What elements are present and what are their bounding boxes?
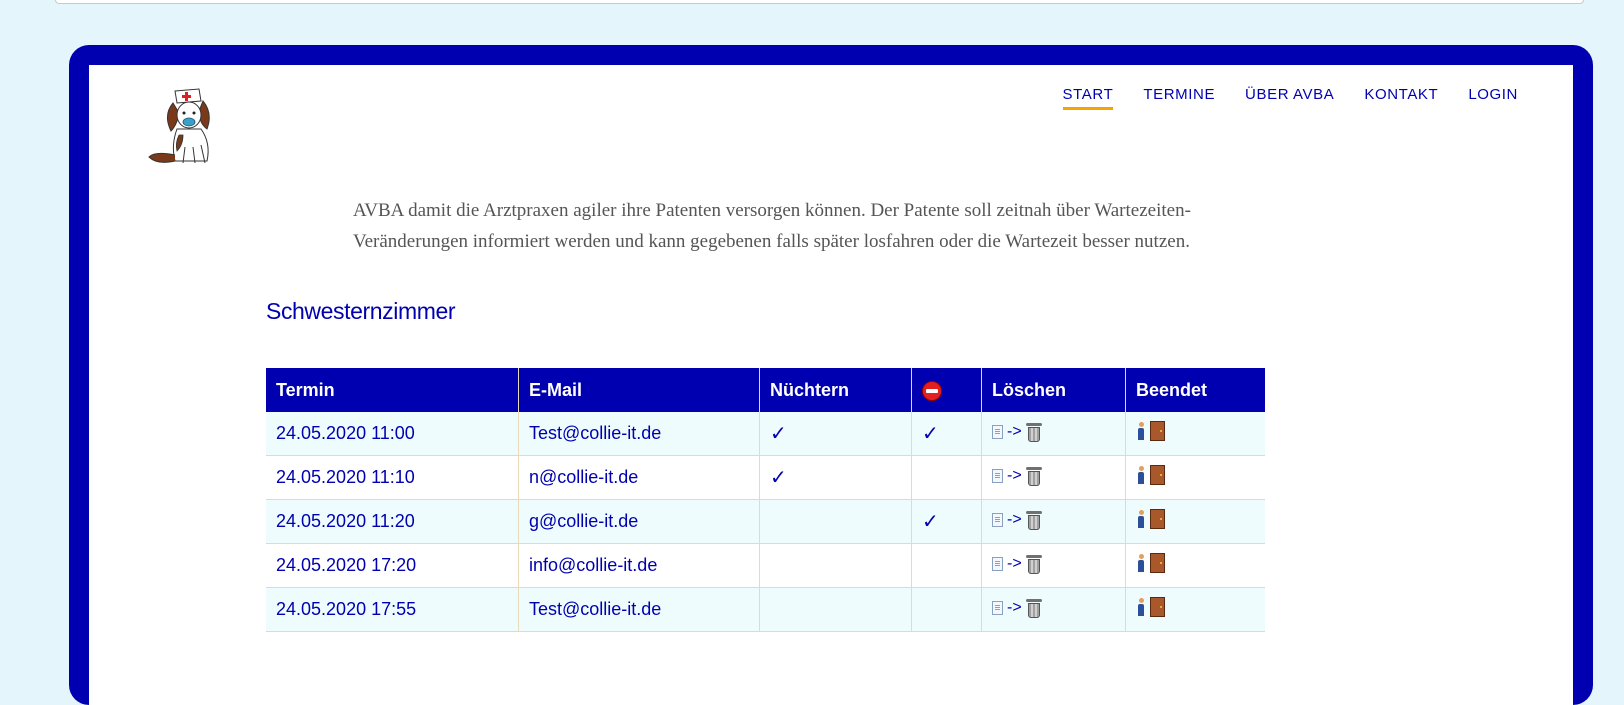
delete-action[interactable]: -> <box>992 555 1042 574</box>
cell-email: g@collie-it.de <box>518 499 760 544</box>
check-mark[interactable]: ✓ <box>770 467 787 489</box>
section-title: Schwesternzimmer <box>266 298 456 324</box>
cell-beendet <box>1125 587 1265 632</box>
nav-kontakt[interactable]: KONTAKT <box>1364 86 1438 110</box>
door-icon <box>1150 465 1165 485</box>
finish-action[interactable] <box>1136 421 1165 441</box>
cell-nuechtern[interactable] <box>759 587 912 632</box>
arrow-label: -> <box>1007 511 1022 528</box>
trash-icon <box>1025 511 1042 530</box>
table-row: 24.05.2020 11:10 n@collie-it.de ✓ -> <box>266 455 1265 500</box>
table-row: 24.05.2020 11:20 g@collie-it.de ✓ -> <box>266 499 1265 544</box>
delete-action[interactable]: -> <box>992 511 1042 530</box>
delete-action[interactable]: -> <box>992 599 1042 618</box>
nav-ueber-avba[interactable]: ÜBER AVBA <box>1245 86 1334 110</box>
header-termin[interactable]: Termin <box>266 368 519 412</box>
check-mark[interactable]: ✓ <box>922 423 939 445</box>
cell-stop[interactable] <box>911 543 982 588</box>
document-icon <box>992 601 1003 615</box>
finish-action[interactable] <box>1136 597 1165 617</box>
nurse-dog-logo-icon[interactable] <box>145 85 225 167</box>
nav-termine[interactable]: TERMINE <box>1143 86 1215 110</box>
arrow-label: -> <box>1007 423 1022 440</box>
header-email[interactable]: E-Mail <box>518 368 760 412</box>
no-entry-icon <box>922 380 942 401</box>
cell-nuechtern[interactable]: ✓ <box>759 412 912 456</box>
cell-loeschen: -> <box>981 587 1126 632</box>
appointments-table: Termin E-Mail Nüchtern Löschen Beendet 2… <box>266 368 1265 632</box>
finish-action[interactable] <box>1136 553 1165 573</box>
trash-icon <box>1025 467 1042 486</box>
document-icon <box>992 425 1003 439</box>
main-navigation: START TERMINE ÜBER AVBA KONTAKT LOGIN <box>1062 86 1518 110</box>
intro-text: AVBA damit die Arztpraxen agiler ihre Pa… <box>353 200 1191 252</box>
trash-icon <box>1025 555 1042 574</box>
person-walking-icon <box>1136 598 1148 617</box>
document-icon <box>992 513 1003 527</box>
cell-beendet <box>1125 499 1265 544</box>
browser-address-bar-edge <box>55 0 1584 4</box>
cell-beendet <box>1125 412 1265 456</box>
finish-action[interactable] <box>1136 465 1165 485</box>
header-loeschen[interactable]: Löschen <box>981 368 1126 412</box>
document-icon <box>992 557 1003 571</box>
person-walking-icon <box>1136 466 1148 485</box>
cell-email: Test@collie-it.de <box>518 587 760 632</box>
cell-stop[interactable]: ✓ <box>911 499 982 544</box>
cell-termin: 24.05.2020 17:55 <box>266 587 519 632</box>
cell-termin: 24.05.2020 11:00 <box>266 412 519 456</box>
cell-termin: 24.05.2020 11:10 <box>266 455 519 500</box>
delete-action[interactable]: -> <box>992 467 1042 486</box>
person-walking-icon <box>1136 422 1148 441</box>
person-walking-icon <box>1136 510 1148 529</box>
table-header-row: Termin E-Mail Nüchtern Löschen Beendet <box>266 368 1265 412</box>
cell-nuechtern[interactable] <box>759 543 912 588</box>
cell-termin: 24.05.2020 17:20 <box>266 543 519 588</box>
door-icon <box>1150 509 1165 529</box>
cell-loeschen: -> <box>981 412 1126 456</box>
header-beendet[interactable]: Beendet <box>1125 368 1265 412</box>
check-mark[interactable]: ✓ <box>770 423 787 445</box>
cell-loeschen: -> <box>981 455 1126 500</box>
cell-loeschen: -> <box>981 499 1126 544</box>
header-nuechtern[interactable]: Nüchtern <box>759 368 912 412</box>
cell-nuechtern[interactable]: ✓ <box>759 455 912 500</box>
cell-beendet <box>1125 543 1265 588</box>
nav-login[interactable]: LOGIN <box>1468 86 1518 110</box>
cell-nuechtern[interactable] <box>759 499 912 544</box>
cell-stop[interactable]: ✓ <box>911 412 982 456</box>
arrow-label: -> <box>1007 599 1022 616</box>
delete-action[interactable]: -> <box>992 423 1042 442</box>
cell-email: n@collie-it.de <box>518 455 760 500</box>
table-row: 24.05.2020 11:00 Test@collie-it.de ✓ ✓ -… <box>266 412 1265 456</box>
cell-stop[interactable] <box>911 455 982 500</box>
trash-icon <box>1025 423 1042 442</box>
cell-termin: 24.05.2020 11:20 <box>266 499 519 544</box>
cell-loeschen: -> <box>981 543 1126 588</box>
cell-stop[interactable] <box>911 587 982 632</box>
header-stop[interactable] <box>911 368 982 412</box>
person-walking-icon <box>1136 554 1148 573</box>
table-row: 24.05.2020 17:20 info@collie-it.de -> <box>266 543 1265 588</box>
door-icon <box>1150 597 1165 617</box>
door-icon <box>1150 421 1165 441</box>
door-icon <box>1150 553 1165 573</box>
check-mark[interactable]: ✓ <box>922 511 939 533</box>
cell-email: Test@collie-it.de <box>518 412 760 456</box>
trash-icon <box>1025 599 1042 618</box>
cell-email: info@collie-it.de <box>518 543 760 588</box>
nav-start[interactable]: START <box>1062 86 1114 110</box>
document-icon <box>992 469 1003 483</box>
cell-beendet <box>1125 455 1265 500</box>
arrow-label: -> <box>1007 555 1022 572</box>
table-row: 24.05.2020 17:55 Test@collie-it.de -> <box>266 587 1265 632</box>
finish-action[interactable] <box>1136 509 1165 529</box>
arrow-label: -> <box>1007 467 1022 484</box>
